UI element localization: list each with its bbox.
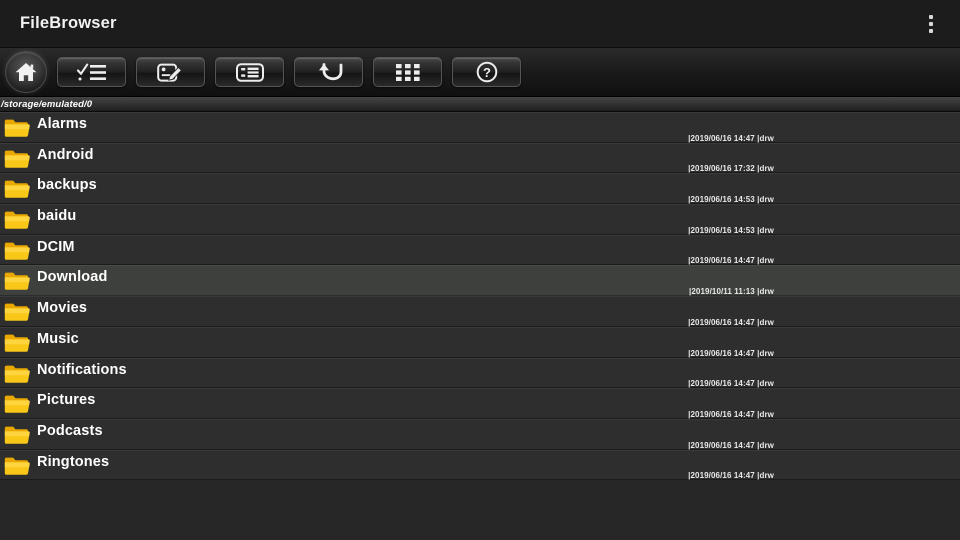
list-details-icon	[235, 62, 264, 82]
home-button[interactable]	[5, 51, 47, 93]
folder-icon	[4, 241, 30, 261]
question-mark-icon: ?	[476, 61, 498, 83]
file-row-name: Podcasts	[37, 422, 103, 439]
file-row-name: backups	[37, 177, 97, 194]
folder-icon	[4, 149, 30, 169]
svg-text:?: ?	[483, 65, 491, 80]
details-button[interactable]	[215, 57, 284, 87]
current-path-label: /storage/emulated/0	[1, 98, 93, 110]
file-row-meta: |2019/06/16 14:47 |drw	[688, 409, 774, 419]
checklist-icon	[76, 63, 107, 82]
folder-icon	[4, 302, 30, 322]
file-row[interactable]: Movies |2019/06/16 14:47 |drw	[0, 296, 960, 327]
file-row[interactable]: Ringtones |2019/06/16 14:47 |drw	[0, 449, 960, 481]
file-row[interactable]: backups |2019/06/16 14:53 |drw	[0, 173, 960, 205]
file-row-meta: |2019/06/16 14:47 |drw	[688, 133, 774, 143]
file-row-name: Music	[37, 330, 79, 347]
file-row-name: Alarms	[37, 116, 88, 132]
file-list[interactable]: Alarms |2019/06/16 14:47 |drw Android |201…	[0, 112, 960, 540]
grid-view-button[interactable]	[373, 57, 442, 87]
dot	[929, 14, 933, 19]
folder-icon	[4, 210, 30, 230]
file-row-meta: |2019/06/16 14:53 |drw	[688, 225, 774, 235]
folder-icon	[4, 118, 30, 138]
file-browser-window: FileBrowser ? /storage/emulated/0 Alarms…	[0, 0, 960, 540]
file-row-meta: |2019/06/16 14:47 |drw	[688, 348, 774, 358]
file-row[interactable]: Notifications |2019/06/16 14:47 |drw	[0, 357, 960, 389]
file-row-meta: |2019/06/16 14:47 |drw	[688, 256, 774, 266]
folder-icon	[4, 271, 30, 291]
file-row-name: Movies	[37, 300, 88, 317]
folder-icon	[4, 425, 30, 445]
file-row-meta: |2019/06/16 14:47 |drw	[688, 379, 774, 389]
title-bar: FileBrowser	[0, 0, 960, 48]
file-row-name: Ringtones	[37, 453, 110, 470]
folder-icon	[4, 394, 30, 414]
file-row-name: Download	[37, 269, 108, 286]
file-row[interactable]: Pictures |2019/06/16 14:47 |drw	[0, 388, 960, 419]
file-row-name: baidu	[37, 208, 77, 225]
file-row-meta: |2019/06/16 14:53 |drw	[688, 195, 774, 205]
file-row[interactable]: Podcasts |2019/06/16 14:47 |drw	[0, 418, 960, 450]
file-row-name: Android	[37, 146, 94, 163]
file-row[interactable]: Download |2019/10/11 11:13 |drw	[0, 265, 960, 297]
file-row[interactable]: Music |2019/06/16 14:47 |drw	[0, 326, 960, 358]
path-bar[interactable]: /storage/emulated/0	[0, 97, 960, 112]
file-row-meta: |2019/06/16 14:47 |drw	[688, 471, 774, 481]
edit-button[interactable]	[136, 57, 205, 87]
home-icon	[14, 61, 38, 83]
folder-icon	[4, 333, 30, 353]
file-row-name: Pictures	[37, 392, 96, 409]
folder-icon	[4, 456, 30, 476]
select-button[interactable]	[57, 57, 126, 87]
edit-note-icon	[157, 62, 184, 83]
undo-arrow-icon	[315, 62, 343, 82]
file-row-name: Notifications	[37, 361, 127, 378]
file-row[interactable]: DCIM |2019/06/16 14:47 |drw	[0, 234, 960, 266]
file-row-meta: |2019/10/11 11:13 |drw	[689, 287, 774, 297]
toolbar: ?	[0, 48, 960, 97]
dot	[929, 21, 933, 26]
file-row[interactable]: Android |2019/06/16 17:32 |drw	[0, 142, 960, 174]
back-button[interactable]	[294, 57, 363, 87]
page-title: FileBrowser	[20, 14, 117, 32]
three-dots-vertical-icon[interactable]	[916, 4, 946, 44]
folder-icon	[4, 179, 30, 199]
grid-icon	[395, 63, 420, 81]
file-row-meta: |2019/06/16 17:32 |drw	[688, 164, 774, 174]
file-row[interactable]: baidu |2019/06/16 14:53 |drw	[0, 204, 960, 235]
file-row[interactable]: Alarms |2019/06/16 14:47 |drw	[0, 112, 960, 143]
folder-icon	[4, 364, 30, 384]
file-row-meta: |2019/06/16 14:47 |drw	[688, 317, 774, 327]
help-button[interactable]: ?	[452, 57, 521, 87]
file-row-meta: |2019/06/16 14:47 |drw	[688, 440, 774, 450]
dot	[929, 28, 933, 33]
file-list-empty-area	[0, 480, 960, 540]
file-row-name: DCIM	[37, 238, 75, 255]
